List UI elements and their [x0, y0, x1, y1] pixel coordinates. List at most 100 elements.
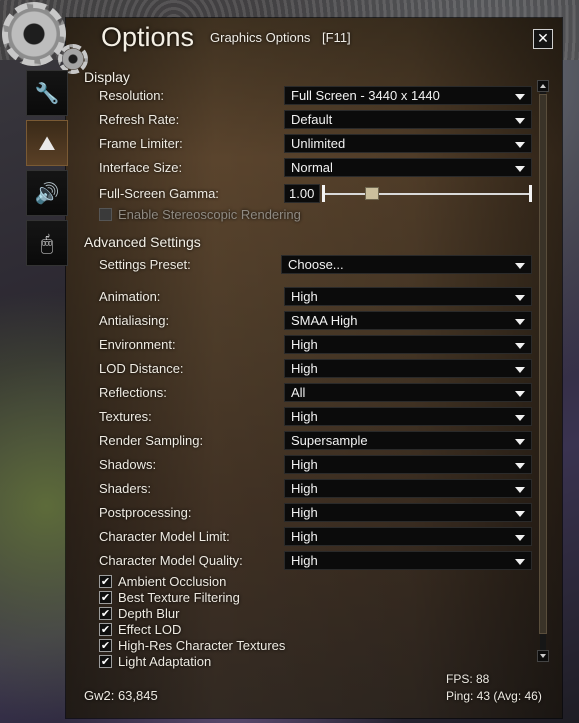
setting-dropdown[interactable]: High: [284, 359, 532, 378]
setting-dropdown[interactable]: High: [284, 551, 532, 570]
gamma-slider-track[interactable]: [322, 193, 532, 195]
chevron-down-icon: [515, 166, 525, 172]
setting-value: High: [291, 409, 318, 424]
gear-logo-icon: [2, 2, 66, 66]
checkbox[interactable]: ✔: [99, 623, 112, 636]
setting-dropdown[interactable]: High: [284, 335, 532, 354]
advanced-setting-row: Shaders: High: [99, 479, 534, 499]
checkbox-row[interactable]: ✔ Light Adaptation: [99, 654, 399, 670]
chevron-down-icon: [515, 142, 525, 148]
setting-value: Supersample: [291, 433, 368, 448]
close-button[interactable]: ✕: [533, 29, 553, 49]
options-sidebar: 🔧 ⛰ 🔊 🖱: [26, 70, 68, 270]
setting-value: High: [291, 337, 318, 352]
chevron-down-icon: [515, 367, 525, 373]
scroll-down-button[interactable]: [537, 650, 549, 662]
chevron-down-icon: [515, 391, 525, 397]
checkbox-row[interactable]: ✔ Depth Blur: [99, 606, 399, 622]
scroll-up-button[interactable]: [537, 80, 549, 92]
setting-dropdown[interactable]: High: [284, 287, 532, 306]
chevron-down-icon: [515, 319, 525, 325]
setting-label: Render Sampling:: [99, 433, 204, 448]
checkbox-row[interactable]: ✔ Best Texture Filtering: [99, 590, 399, 606]
tab-sound[interactable]: 🔊: [26, 170, 68, 216]
wrench-icon: 🔧: [34, 81, 60, 105]
options-scrollbar[interactable]: [537, 80, 549, 662]
preset-dropdown[interactable]: Choose...: [281, 255, 532, 274]
setting-label: Antialiasing:: [99, 313, 170, 328]
setting-value: All: [291, 385, 306, 400]
refresh-rate-row: Refresh Rate: Default: [99, 110, 534, 130]
resolution-label: Resolution:: [99, 88, 165, 103]
setting-value: SMAA High: [291, 313, 358, 328]
checkbox-label: Effect LOD: [118, 622, 182, 637]
advanced-setting-row: Character Model Quality: High: [99, 551, 534, 571]
gamma-value-field[interactable]: 1.00: [284, 184, 320, 203]
window-title: Options: [101, 22, 195, 52]
checkbox-label: Ambient Occlusion: [118, 574, 227, 589]
advanced-setting-row: LOD Distance: High: [99, 359, 534, 379]
setting-dropdown[interactable]: High: [284, 455, 532, 474]
setting-dropdown[interactable]: High: [284, 407, 532, 426]
checkbox-row[interactable]: ✔ Effect LOD: [99, 622, 399, 638]
interface-size-dropdown[interactable]: Normal: [284, 158, 532, 177]
setting-dropdown[interactable]: All: [284, 383, 532, 402]
frame-limiter-dropdown[interactable]: Unlimited: [284, 134, 532, 153]
checkbox-row[interactable]: ✔ Ambient Occlusion: [99, 574, 399, 590]
advanced-setting-row: Animation: High: [99, 287, 534, 307]
chevron-down-icon: [515, 94, 525, 100]
setting-dropdown[interactable]: Supersample: [284, 431, 532, 450]
setting-dropdown[interactable]: High: [284, 503, 532, 522]
setting-dropdown[interactable]: High: [284, 479, 532, 498]
checkbox-label: Light Adaptation: [118, 654, 212, 669]
chevron-down-icon: [515, 295, 525, 301]
checkbox-label: High-Res Character Textures: [118, 638, 286, 653]
chevron-down-icon: [515, 487, 525, 493]
tab-controls[interactable]: 🖱: [26, 220, 68, 266]
setting-label: Postprocessing:: [99, 505, 192, 520]
setting-label: Shaders:: [99, 481, 152, 496]
window-subtitle: Graphics Options: [210, 30, 311, 45]
setting-label: Textures:: [99, 409, 152, 424]
setting-dropdown[interactable]: SMAA High: [284, 311, 532, 330]
advanced-setting-row: Character Model Limit: High: [99, 527, 534, 547]
stereoscopic-checkbox[interactable]: [99, 208, 112, 221]
chevron-down-icon: [515, 263, 525, 269]
checkbox[interactable]: ✔: [99, 655, 112, 668]
gw2-count: Gw2: 63,845: [84, 688, 158, 703]
checkbox[interactable]: ✔: [99, 639, 112, 652]
chevron-down-icon: [515, 118, 525, 124]
refresh-rate-label: Refresh Rate:: [99, 112, 180, 127]
ping-readout: Ping: 43 (Avg: 46): [446, 689, 542, 703]
gamma-slider-min: [322, 185, 325, 202]
stereoscopic-label: Enable Stereoscopic Rendering: [118, 207, 301, 222]
gamma-slider-max: [529, 185, 532, 202]
chevron-down-icon: [515, 535, 525, 541]
checkbox[interactable]: ✔: [99, 575, 112, 588]
resolution-dropdown[interactable]: Full Screen - 3440 x 1440: [284, 86, 532, 105]
gamma-slider-handle[interactable]: [365, 187, 379, 200]
setting-label: Shadows:: [99, 457, 157, 472]
refresh-rate-dropdown[interactable]: Default: [284, 110, 532, 129]
setting-value: High: [291, 481, 318, 496]
chevron-down-icon: [515, 463, 525, 469]
interface-size-label: Interface Size:: [99, 160, 183, 175]
setting-value: High: [291, 361, 318, 376]
mouse-icon: 🖱: [41, 231, 53, 255]
scroll-thumb[interactable]: [539, 94, 547, 634]
advanced-setting-row: Environment: High: [99, 335, 534, 355]
checkbox[interactable]: ✔: [99, 607, 112, 620]
frame-limiter-value: Unlimited: [291, 136, 346, 151]
preset-row: Settings Preset: Choose...: [99, 255, 534, 275]
checkbox-row[interactable]: ✔ High-Res Character Textures: [99, 638, 399, 654]
fps-readout: FPS: 88: [446, 672, 490, 686]
checkbox[interactable]: ✔: [99, 591, 112, 604]
setting-value: High: [291, 505, 318, 520]
advanced-setting-row: Reflections: All: [99, 383, 534, 403]
chevron-down-icon: [515, 439, 525, 445]
stereoscopic-checkbox-row[interactable]: Enable Stereoscopic Rendering: [99, 207, 399, 223]
tab-general[interactable]: 🔧: [26, 70, 68, 116]
tab-graphics[interactable]: ⛰: [26, 120, 68, 166]
setting-dropdown[interactable]: High: [284, 527, 532, 546]
setting-value: High: [291, 529, 318, 544]
